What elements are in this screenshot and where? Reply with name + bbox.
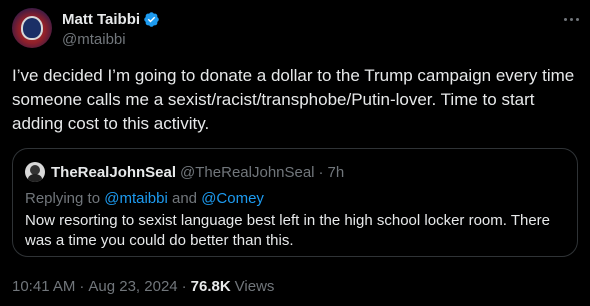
more-dot — [575, 17, 579, 21]
replying-to: Replying to @mtaibbi and @Comey — [25, 189, 565, 209]
tweet[interactable]: Matt Taibbi @mtaibbi I’ve decided I’m go… — [0, 0, 590, 306]
reply-mention-comey[interactable]: @Comey — [201, 190, 264, 207]
replying-and: and — [167, 190, 202, 207]
avatar-figure — [21, 16, 43, 40]
tweet-date[interactable]: Aug 23, 2024 — [88, 278, 177, 295]
meta-separator: · — [181, 278, 187, 295]
more-dot — [563, 17, 567, 21]
quote-author-display-name[interactable]: TheRealJohnSeal — [51, 164, 176, 181]
replying-prefix: Replying to — [25, 190, 105, 207]
quote-author-handle[interactable]: @TheRealJohnSeal — [180, 164, 314, 181]
quote-author-avatar[interactable] — [25, 162, 45, 182]
name-row: Matt Taibbi — [62, 9, 160, 29]
more-dot — [569, 17, 573, 21]
meta-separator: · — [79, 278, 85, 295]
quote-text: Now resorting to sexist language best le… — [25, 212, 550, 249]
author-avatar[interactable] — [12, 8, 52, 48]
quote-separator: · — [318, 163, 324, 181]
views-label: Views — [234, 278, 275, 295]
author-handle[interactable]: @mtaibbi — [62, 31, 160, 48]
verified-badge-icon — [144, 11, 159, 27]
tweet-text: I’ve decided I’m going to donate a dolla… — [12, 66, 575, 133]
tweet-time[interactable]: 10:41 AM — [12, 278, 75, 295]
reply-mention-mtaibbi[interactable]: @mtaibbi — [104, 190, 168, 207]
views-count: 76.8K — [190, 278, 231, 295]
more-horizontal-icon[interactable] — [560, 8, 582, 30]
author-names: Matt Taibbi @mtaibbi — [62, 9, 160, 48]
quote-timestamp[interactable]: 7h — [328, 164, 345, 181]
author-display-name[interactable]: Matt Taibbi — [62, 11, 140, 28]
quoted-tweet[interactable]: TheRealJohnSeal @TheRealJohnSeal · 7h Re… — [12, 148, 578, 257]
tweet-header: Matt Taibbi @mtaibbi — [12, 4, 578, 52]
tweet-meta: 10:41 AM · Aug 23, 2024 · 76.8K Views — [12, 278, 274, 295]
quote-header: TheRealJohnSeal @TheRealJohnSeal · 7h — [25, 161, 565, 183]
